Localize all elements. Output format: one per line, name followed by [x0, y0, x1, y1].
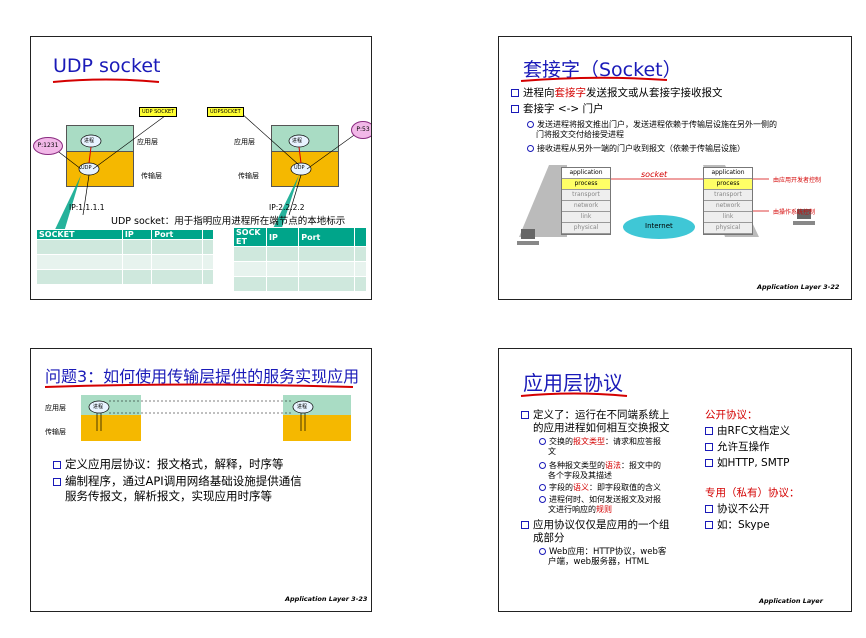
bullet-1: 定义应用层协议：报文格式，解释，时序等: [53, 457, 284, 472]
circle-bullet-icon: [539, 462, 546, 469]
stack-link: link: [562, 212, 610, 223]
right-udp-label: UDP: [294, 165, 305, 171]
table-header: [354, 227, 367, 247]
os-control-note: 由操作系统控制: [773, 209, 816, 216]
udpsocket-tag: UDPSOCKET: [207, 107, 244, 117]
slide-udp-socket: UDP socket 应用层 传输层 应用层 传输层 进程 UDP 进程 UDP…: [30, 36, 372, 300]
open-protocol-item-1: 由RFC文档定义: [705, 425, 790, 438]
slide-footer: Application Layer 3-22: [757, 283, 840, 291]
slide-footer: Application Layer: [759, 597, 823, 605]
table-header: Port: [151, 229, 204, 240]
table-header: IP: [265, 227, 300, 247]
slide-question-3: 问题3：如何使用传输层提供的服务实现应用 应用层 传输层 进程 进程 定义应用层…: [30, 348, 372, 612]
square-bullet-icon: [705, 505, 713, 513]
stack-physical: physical: [704, 223, 752, 234]
sub-bullet-web: Web应用：HTTP协议，web客 户端，web服务器，HTML: [539, 547, 666, 567]
app-developer-note: 由应用开发者控制: [773, 177, 822, 184]
table-header: [202, 229, 214, 240]
right-protocol-stack: application process transport network li…: [703, 167, 753, 235]
left-process-label: 进程: [93, 404, 104, 410]
left-udp-label: UDP: [81, 165, 92, 171]
circle-bullet-icon: [539, 484, 546, 491]
square-bullet-icon: [705, 443, 713, 451]
bullet-component: 应用协议仅仅是应用的一个组 成部分: [521, 519, 670, 545]
slide-footer: Application Layer 3-23: [285, 595, 368, 603]
internet-label: Internet: [645, 222, 673, 230]
sub-bullet-types: 交换的报文类型：请求和应答报文: [539, 437, 661, 457]
udp-caption: UDP socket：用于指明应用进程所在端节点的本地标示: [111, 216, 346, 227]
stack-process: process: [562, 179, 610, 190]
open-protocol-item-2: 允许互操作: [705, 441, 770, 454]
circle-bullet-icon: [539, 548, 546, 555]
proprietary-protocol-title: 专用（私有）协议：: [705, 487, 800, 499]
square-bullet-icon: [521, 411, 529, 419]
circle-bullet-icon: [539, 438, 546, 445]
table-header: Port: [298, 227, 356, 247]
square-bullet-icon: [521, 521, 529, 529]
table-header: SOCK ET: [233, 227, 267, 247]
left-ip-label: IP:1.1.1.1: [69, 203, 105, 212]
stack-application: application: [562, 168, 610, 179]
bullet-2: 编制程序，通过API调用网络基础设施提供通信 服务传报文，解析报文，实现应用时序等: [53, 474, 302, 504]
bullet-definition: 定义了：运行在不同端系统上 的应用进程如何相互交换报文: [521, 409, 670, 435]
square-bullet-icon: [53, 460, 61, 469]
stack-transport: transport: [562, 190, 610, 201]
open-protocol-item-3: 如HTTP, SMTP: [705, 457, 790, 470]
right-process-label: 进程: [297, 404, 308, 410]
left-socket-table: SOCKET IP Port: [36, 229, 214, 285]
circle-bullet-icon: [539, 496, 546, 503]
sub-bullet-rules: 进程何时、如何发送报文及对报 文进行响应的规则: [539, 495, 661, 515]
right-process-label: 进程: [292, 138, 303, 144]
proprietary-item-2: 如：Skype: [705, 519, 770, 532]
table-header: SOCKET: [36, 229, 123, 240]
left-process-label: 进程: [84, 138, 95, 144]
right-ip-label: IP:2.2.2.2: [269, 203, 305, 212]
stack-network: network: [562, 201, 610, 212]
square-bullet-icon: [705, 459, 713, 467]
stack-link: link: [704, 212, 752, 223]
left-port-badge: P:1231: [33, 137, 63, 155]
stack-physical: physical: [562, 223, 610, 234]
slide-socket: 套接字（Socket） 进程向套接字发送报文或从套接字接收报文 套接字 <-> …: [498, 36, 852, 300]
title-underline: [520, 392, 628, 397]
process-arrows: [88, 400, 314, 431]
square-bullet-icon: [705, 521, 713, 529]
slide-app-protocol: 应用层协议 定义了：运行在不同端系统上 的应用进程如何相互交换报文 交换的报文类型…: [498, 348, 852, 612]
left-protocol-stack: application process transport network li…: [561, 167, 611, 235]
stack-transport: transport: [704, 190, 752, 201]
table-header: IP: [121, 229, 153, 240]
square-bullet-icon: [705, 427, 713, 435]
sub-bullet-semantics: 字段的语义：即字段取值的含义: [539, 483, 661, 493]
stack-application: application: [704, 168, 752, 179]
square-bullet-icon: [53, 477, 61, 486]
right-socket-table: SOCK ET IP Port: [233, 227, 367, 292]
socket-diagram: [517, 165, 815, 245]
right-port-badge: P:53: [351, 121, 371, 139]
stack-process: process: [704, 179, 752, 190]
sub-bullet-syntax: 各种报文类型的语法：报文中的 各个字段及其描述: [539, 461, 661, 481]
socket-label: socket: [641, 170, 668, 179]
open-protocol-title: 公开协议：: [705, 409, 758, 421]
udp-socket-tag: UDP SOCKET: [139, 107, 178, 117]
stack-network: network: [704, 201, 752, 212]
proprietary-item-1: 协议不公开: [705, 503, 770, 516]
